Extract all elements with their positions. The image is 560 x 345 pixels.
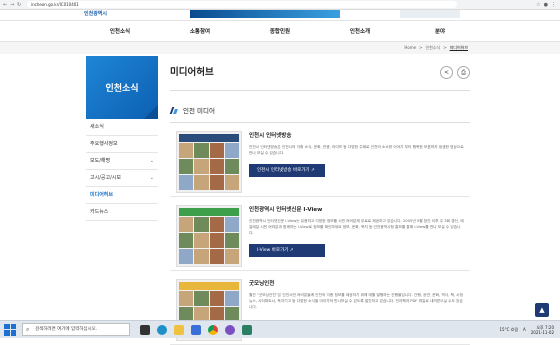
media-card: 인천시 인터넷방송 인천시 인터넷방송은 인천시의 각종 소식, 문화, 관광,… [170, 123, 470, 197]
section-mark-icon [170, 107, 179, 114]
share-icon[interactable]: < [440, 66, 453, 79]
media-card-desc: 인천시 인터넷방송은 인천시의 각종 소식, 문화, 관광, 라이프 등 다양한… [249, 145, 464, 155]
media-thumbnail[interactable] [176, 205, 242, 267]
side-nav-label: 새소식 [90, 124, 104, 130]
header-banner[interactable] [190, 10, 340, 18]
forward-icon[interactable]: → [10, 2, 14, 7]
side-nav-item-card-news[interactable]: 카드뉴스 [86, 204, 158, 221]
chevron-down-icon: ⌄ [149, 175, 154, 181]
back-icon[interactable]: ← [3, 2, 7, 7]
breadcrumb-separator: > [419, 45, 423, 50]
title-divider [170, 90, 470, 91]
gnb-item-news[interactable]: 인천소식 [80, 21, 160, 41]
print-icon[interactable]: ⎙ [457, 66, 470, 79]
weather-widget[interactable]: 15°C 흐림 [499, 327, 518, 333]
side-nav-item-events[interactable]: 주요행사정보 [86, 136, 158, 153]
clock[interactable]: 오후 7:20 2021-11-02 [531, 325, 554, 335]
site-header: 인천광역시 [0, 10, 560, 20]
media-card-desc: 인천광역시 인터넷신문 I-View는 유용하고 다양한 정보를 시민 여러분께… [249, 219, 464, 235]
section-title: 인천 미디어 [183, 107, 215, 115]
breadcrumb-separator: > [443, 45, 447, 50]
site-logo[interactable]: 인천광역시 [84, 10, 144, 18]
main-content: 미디어허브 < ⎙ 인천 미디어 인천시 인터넷방송 인천시 인터넷방송은 인천… [170, 58, 470, 345]
page-tools: < ⎙ [440, 66, 470, 79]
edge-icon[interactable] [157, 324, 167, 335]
breadcrumb-level1[interactable]: 인천소식 [426, 42, 441, 54]
profile-icon[interactable]: ● [544, 2, 548, 8]
browser-extensions: ☆ ● ⋮ [536, 2, 556, 8]
side-nav-item-news[interactable]: 새소식 [86, 119, 158, 136]
side-nav-item-press[interactable]: 보도/해명 ⌄ [86, 153, 158, 170]
breadcrumb-home[interactable]: Home [404, 42, 416, 54]
gnb-item-fields[interactable]: 분야 [400, 21, 480, 41]
side-nav-label: 카드뉴스 [90, 209, 109, 215]
browser-toolbar: ← → ↻ incheon.go.kr/IC010401 ☆ ● ⋮ [0, 0, 560, 10]
media-thumbnail[interactable] [176, 131, 242, 193]
internet-broadcast-link-button[interactable]: 인천시 인터넷방송 바로가기 ↗ [249, 164, 325, 177]
gnb-item-about[interactable]: 인천소개 [320, 21, 400, 41]
side-nav-label: 주요행사정보 [90, 141, 118, 147]
side-nav-label: 미디어허브 [90, 192, 114, 198]
side-nav-title: 인천소식 [86, 56, 158, 119]
media-card-title: 굿모닝인천 [249, 281, 275, 287]
star-icon[interactable]: ☆ [536, 2, 540, 8]
chrome-icon[interactable] [208, 324, 218, 335]
media-card-desc: 월간 “굿모닝인천”은 인천시민 여러분들께 인천의 각종 정보를 제공하기 위… [249, 293, 463, 309]
side-nav-label: 고시/공고/시보 [90, 175, 121, 181]
iview-link-button[interactable]: I-View 바로가기 ↗ [249, 244, 325, 257]
windows-start-icon[interactable] [4, 323, 16, 336]
system-tray: 15°C 흐림 A 오후 7:20 2021-11-02 [499, 325, 554, 335]
side-nav: 인천소식 새소식 주요행사정보 보도/해명 ⌄ 고시/공고/시보 ⌄ 미디어허브 카… [86, 56, 158, 221]
explorer-icon[interactable] [174, 324, 184, 335]
taskbar-apps [140, 324, 252, 335]
taskbar: ⌕ 검색하려면 여기에 입력하십시오. 15°C 흐림 A 오후 7:20 20… [0, 320, 560, 338]
gnb-item-civil[interactable]: 종합민원 [240, 21, 320, 41]
input-language[interactable]: A [523, 327, 526, 332]
app-icon[interactable] [225, 324, 235, 335]
breadcrumb: Home > 인천소식 > 미디어허브 [404, 42, 468, 54]
section-heading: 인천 미디어 [170, 105, 470, 123]
media-card-title: 인천시 인터넷방송 [249, 133, 292, 139]
side-nav-item-media-hub[interactable]: 미디어허브 [86, 187, 158, 204]
app-icon[interactable] [242, 324, 252, 335]
global-nav: 인천소식 소통참여 종합민원 인천소개 분야 [0, 20, 560, 42]
address-bar[interactable]: incheon.go.kr/IC010401 [27, 1, 457, 8]
header-utility [400, 10, 460, 18]
page-title: 미디어허브 [170, 67, 214, 78]
gnb-item-participation[interactable]: 소통참여 [160, 21, 240, 41]
store-icon[interactable] [191, 324, 201, 335]
chevron-down-icon: ⌄ [149, 158, 154, 164]
search-placeholder: 검색하려면 여기에 입력하십시오. [35, 327, 98, 332]
side-nav-label: 보도/해명 [90, 158, 111, 164]
media-card: 인천광역시 인터넷신문 I-View 인천광역시 인터넷신문 I-View는 유… [170, 197, 470, 271]
media-card-title: 인천광역시 인터넷신문 I-View [249, 207, 323, 213]
location-bar: Home > 인천소식 > 미디어허브 [0, 42, 560, 54]
breadcrumb-current[interactable]: 미디어허브 [450, 42, 468, 54]
clock-date: 2021-11-02 [530, 329, 554, 335]
scroll-top-button[interactable]: ▲ [535, 303, 549, 317]
reload-icon[interactable]: ↻ [17, 2, 21, 7]
taskbar-search-input[interactable]: ⌕ 검색하려면 여기에 입력하십시오. [22, 323, 130, 336]
menu-icon[interactable]: ⋮ [551, 2, 556, 8]
side-nav-item-notices[interactable]: 고시/공고/시보 ⌄ [86, 170, 158, 187]
search-icon: ⌕ [26, 326, 30, 333]
task-view-icon[interactable] [140, 324, 150, 335]
